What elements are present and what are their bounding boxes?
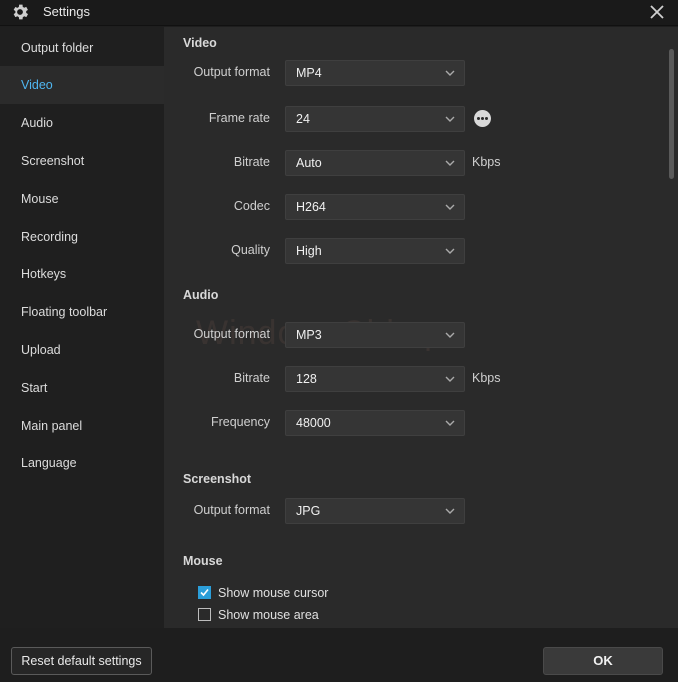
gear-icon	[13, 4, 28, 20]
sidebar-item-audio[interactable]: Audio	[0, 104, 164, 142]
sidebar-item-video[interactable]: Video	[0, 66, 164, 104]
content-scrollbar[interactable]	[669, 49, 674, 179]
frequency-value: 48000	[296, 416, 331, 430]
sidebar-item-language[interactable]: Language	[0, 444, 164, 482]
show-mouse-area-label: Show mouse area	[218, 608, 319, 622]
frame-rate-select[interactable]: 24	[285, 106, 465, 132]
video-bitrate-select[interactable]: Auto	[285, 150, 465, 176]
frequency-label: Frequency	[210, 415, 270, 429]
screenshot-section-title: Screenshot	[183, 472, 252, 486]
quality-label: Quality	[231, 243, 270, 257]
quality-value: High	[296, 244, 322, 258]
frequency-select[interactable]: 48000	[285, 410, 465, 436]
video-output-format-value: MP4	[296, 66, 322, 80]
screenshot-output-format-label: Output format	[193, 503, 270, 517]
audio-output-format-label: Output format	[193, 327, 270, 341]
audio-bitrate-label: Bitrate	[233, 371, 270, 385]
checkmark-icon	[200, 588, 209, 597]
codec-label: Codec	[233, 199, 270, 213]
chevron-down-icon	[445, 160, 455, 166]
sidebar-item-hotkeys[interactable]: Hotkeys	[0, 255, 164, 293]
more-options-icon[interactable]	[474, 110, 491, 127]
quality-select[interactable]: High	[285, 238, 465, 264]
sidebar-item-output-folder[interactable]: Output folder	[0, 29, 164, 67]
sidebar-item-main-panel[interactable]: Main panel	[0, 407, 164, 445]
chevron-down-icon	[445, 420, 455, 426]
sidebar-item-recording[interactable]: Recording	[0, 218, 164, 256]
audio-section-title: Audio	[183, 288, 219, 302]
sidebar-item-mouse[interactable]: Mouse	[0, 180, 164, 218]
settings-content: WindowsChimp Video Output format MP4 Fra…	[164, 27, 678, 628]
chevron-down-icon	[445, 376, 455, 382]
ok-button[interactable]: OK	[543, 647, 663, 675]
screenshot-output-format-value: JPG	[296, 504, 321, 518]
frame-rate-label: Frame rate	[208, 111, 270, 125]
close-icon[interactable]	[646, 1, 668, 23]
sidebar-item-screenshot[interactable]: Screenshot	[0, 142, 164, 180]
audio-output-format-select[interactable]: MP3	[285, 322, 465, 348]
video-bitrate-value: Auto	[296, 156, 322, 170]
video-output-format-select[interactable]: MP4	[285, 60, 465, 86]
audio-bitrate-unit: Kbps	[472, 371, 501, 385]
audio-bitrate-value: 128	[296, 372, 317, 386]
screenshot-output-format-select[interactable]: JPG	[285, 498, 465, 524]
chevron-down-icon	[445, 70, 455, 76]
frame-rate-value: 24	[296, 112, 310, 126]
sidebar-item-start[interactable]: Start	[0, 369, 164, 407]
video-bitrate-label: Bitrate	[233, 155, 270, 169]
title-bar: Settings	[0, 0, 678, 26]
mouse-section-title: Mouse	[183, 554, 223, 568]
show-mouse-area-checkbox[interactable]	[198, 608, 211, 621]
codec-value: H264	[296, 200, 326, 214]
chevron-down-icon	[445, 508, 455, 514]
chevron-down-icon	[445, 204, 455, 210]
audio-bitrate-select[interactable]: 128	[285, 366, 465, 392]
codec-select[interactable]: H264	[285, 194, 465, 220]
window-title: Settings	[43, 4, 90, 19]
video-output-format-label: Output format	[193, 65, 270, 79]
reset-default-settings-button[interactable]: Reset default settings	[11, 647, 152, 675]
chevron-down-icon	[445, 116, 455, 122]
video-section-title: Video	[183, 36, 217, 50]
show-mouse-cursor-label: Show mouse cursor	[218, 586, 329, 600]
video-bitrate-unit: Kbps	[472, 155, 501, 169]
sidebar-item-upload[interactable]: Upload	[0, 331, 164, 369]
audio-output-format-value: MP3	[296, 328, 322, 342]
footer-bar: Reset default settings OK	[0, 628, 678, 682]
settings-sidebar: Output folder Video Audio Screenshot Mou…	[0, 27, 164, 628]
chevron-down-icon	[445, 332, 455, 338]
show-mouse-cursor-checkbox[interactable]	[198, 586, 211, 599]
chevron-down-icon	[445, 248, 455, 254]
sidebar-item-floating-toolbar[interactable]: Floating toolbar	[0, 293, 164, 331]
